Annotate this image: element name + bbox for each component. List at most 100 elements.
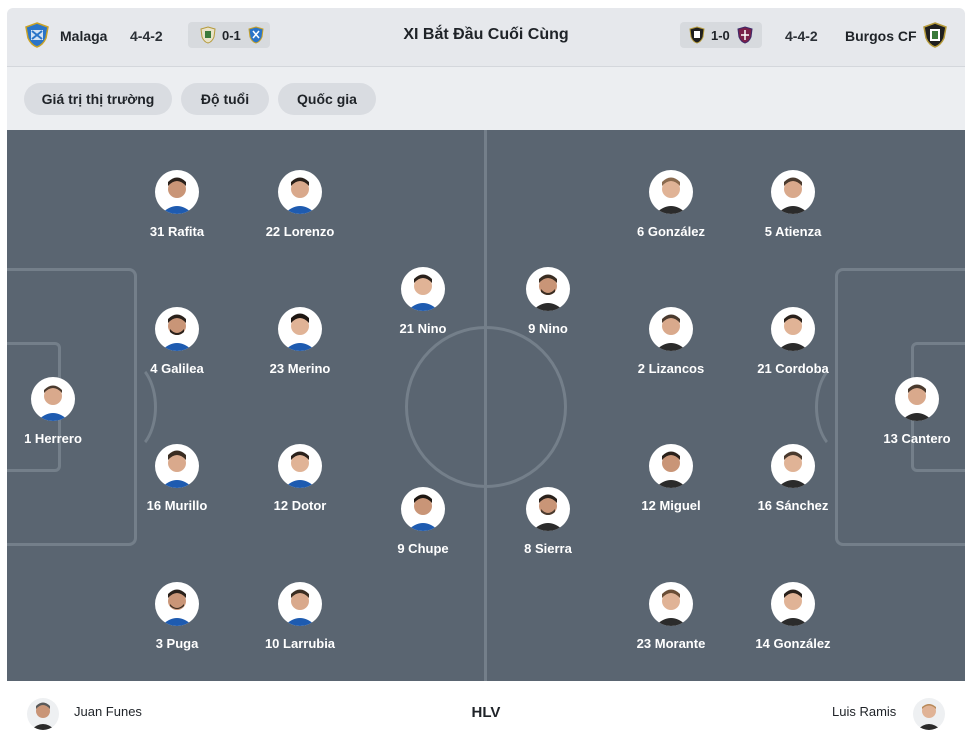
player-face-icon (777, 589, 809, 626)
player-face-icon (777, 314, 809, 351)
player-away-gonzalez-14[interactable]: 14 González (723, 582, 863, 658)
player-face-icon (407, 494, 439, 531)
player-photo (771, 444, 815, 488)
player-photo (278, 307, 322, 351)
player-home-puga[interactable]: 3 Puga (107, 582, 247, 658)
page-title: XI Bắt Đầu Cuối Cùng (403, 26, 569, 43)
player-face-icon (655, 451, 687, 488)
player-photo (771, 582, 815, 626)
player-face-icon (532, 274, 564, 311)
player-home-nino[interactable]: 21 Nino (353, 267, 493, 343)
player-photo (526, 487, 570, 531)
player-away-cordoba[interactable]: 21 Cordoba (723, 307, 863, 383)
away-team-name[interactable]: Burgos CF (845, 28, 917, 44)
filter-market-value[interactable]: Giá trị thị trường (24, 83, 172, 115)
player-photo (649, 307, 693, 351)
player-photo (526, 267, 570, 311)
player-face-icon (532, 494, 564, 531)
player-face-icon (655, 314, 687, 351)
away-formation: 4-4-2 (785, 28, 818, 44)
player-label: 16 Murillo (146, 498, 208, 513)
player-label: 8 Sierra (524, 541, 572, 556)
player-label: 21 Cordoba (757, 361, 829, 376)
player-home-rafita[interactable]: 31 Rafita (107, 170, 247, 246)
player-home-merino[interactable]: 23 Merino (230, 307, 370, 383)
player-photo (155, 307, 199, 351)
player-label: 12 Dotor (273, 498, 327, 513)
player-photo (31, 377, 75, 421)
center-circle (405, 326, 567, 488)
player-label: 23 Morante (636, 636, 706, 651)
player-face-icon (161, 177, 193, 214)
player-away-cantero[interactable]: 13 Cantero (847, 377, 965, 453)
player-away-sanchez[interactable]: 16 Sánchez (723, 444, 863, 520)
player-face-icon (161, 589, 193, 626)
player-face-icon (284, 451, 316, 488)
player-label: 6 González (637, 224, 705, 239)
player-face-icon (37, 385, 69, 421)
burgos-small-crest-icon (689, 26, 705, 44)
player-face-icon (161, 314, 193, 351)
player-label: 4 Galilea (150, 361, 204, 376)
player-photo (278, 170, 322, 214)
lineup-panel: Malaga 4-4-2 0-1 XI Bắt Đầu Cuối Cùng 1-… (7, 8, 965, 742)
player-label: 14 González (755, 636, 831, 651)
player-home-galilea[interactable]: 4 Galilea (107, 307, 247, 383)
opponent-crest-icon (737, 26, 753, 44)
player-label: 31 Rafita (149, 224, 205, 239)
player-label: 2 Lizancos (637, 361, 705, 376)
player-face-icon (777, 177, 809, 214)
player-photo (649, 444, 693, 488)
player-away-lizancos[interactable]: 2 Lizancos (601, 307, 741, 383)
player-away-sierra[interactable]: 8 Sierra (478, 487, 618, 563)
filter-age[interactable]: Độ tuổi (181, 83, 269, 115)
player-label: 22 Lorenzo (265, 224, 335, 239)
filter-bar: Giá trị thị trường Độ tuổi Quốc gia (7, 67, 965, 130)
player-home-chupe[interactable]: 9 Chupe (353, 487, 493, 563)
away-last-match[interactable]: 1-0 (680, 22, 762, 48)
coach-face-icon (917, 704, 941, 730)
player-face-icon (284, 177, 316, 214)
away-last-score: 1-0 (711, 28, 730, 43)
coach-heading: HLV (471, 704, 501, 721)
player-label: 10 Larrubia (264, 636, 336, 651)
player-home-dotor[interactable]: 12 Dotor (230, 444, 370, 520)
player-photo (155, 170, 199, 214)
player-label: 3 Puga (155, 636, 199, 651)
player-face-icon (901, 384, 933, 421)
player-face-icon (407, 274, 439, 311)
player-photo (401, 267, 445, 311)
player-label: 1 Herrero (24, 431, 82, 446)
filter-nationality[interactable]: Quốc gia (278, 83, 376, 115)
player-photo (278, 582, 322, 626)
player-label: 16 Sánchez (757, 498, 829, 513)
player-photo (155, 582, 199, 626)
player-away-miguel[interactable]: 12 Miguel (601, 444, 741, 520)
player-face-icon (161, 450, 193, 488)
player-photo (649, 170, 693, 214)
player-label: 21 Nino (399, 321, 447, 336)
player-photo (401, 487, 445, 531)
player-face-icon (777, 451, 809, 488)
player-home-herrero[interactable]: 1 Herrero (7, 377, 123, 453)
player-face-icon (284, 313, 316, 351)
coach-bar: Juan Funes HLV Luis Ramis (7, 681, 965, 742)
player-away-morante[interactable]: 23 Morante (601, 582, 741, 658)
player-label: 9 Nino (528, 321, 568, 336)
player-away-nino[interactable]: 9 Nino (478, 267, 618, 343)
player-photo (649, 582, 693, 626)
player-photo (771, 307, 815, 351)
player-home-larrubia[interactable]: 10 Larrubia (230, 582, 370, 658)
away-coach-avatar[interactable] (913, 698, 945, 730)
player-label: 13 Cantero (883, 431, 951, 446)
player-photo (278, 444, 322, 488)
player-away-atienza[interactable]: 5 Atienza (723, 170, 863, 246)
player-home-murillo[interactable]: 16 Murillo (107, 444, 247, 520)
player-away-gonzalez-6[interactable]: 6 González (601, 170, 741, 246)
player-face-icon (655, 177, 687, 214)
burgos-crest-icon (923, 22, 947, 48)
player-face-icon (284, 589, 316, 626)
player-photo (155, 444, 199, 488)
player-home-lorenzo[interactable]: 22 Lorenzo (230, 170, 370, 246)
away-coach-name[interactable]: Luis Ramis (832, 704, 896, 719)
